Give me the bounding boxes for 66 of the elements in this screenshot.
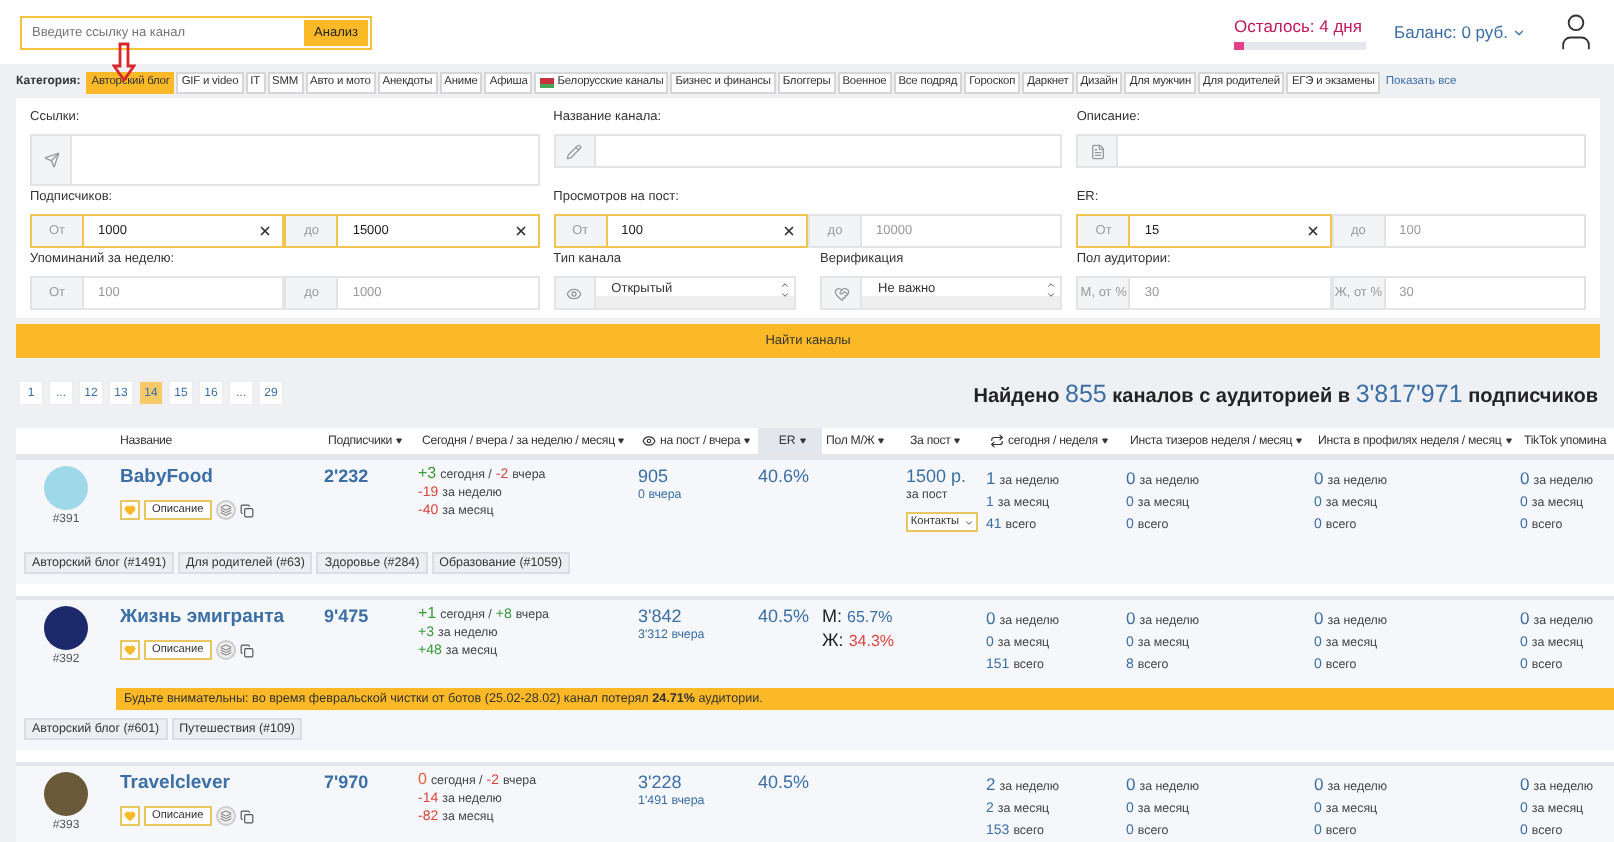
stat-count: 0 xyxy=(1126,610,1136,627)
layers-icon[interactable] xyxy=(215,806,236,826)
avatar xyxy=(44,772,88,816)
clear-icon[interactable] xyxy=(782,224,796,238)
sort-caret-icon xyxy=(1101,438,1108,444)
layers-icon[interactable] xyxy=(215,640,236,660)
sort-caret-icon xyxy=(878,438,885,444)
male-share: М: 65.7% xyxy=(822,606,895,626)
stat-count: 0 xyxy=(1126,776,1136,793)
copy-icon[interactable] xyxy=(239,809,254,823)
select-arrows-icon xyxy=(1046,280,1057,300)
clear-icon[interactable] xyxy=(513,224,528,238)
clear-icon[interactable] xyxy=(258,224,273,238)
sort-caret-icon xyxy=(799,438,806,444)
er-value: 40.6% xyxy=(758,466,812,490)
channel-name-link[interactable]: Жизнь эмигранта xyxy=(120,606,324,628)
input-field[interactable] xyxy=(593,134,1063,168)
stat-count: 1 xyxy=(986,470,996,487)
flag-icon xyxy=(539,77,554,87)
repost-icon xyxy=(990,434,1004,448)
avatar xyxy=(44,466,88,510)
subscribers-count: 9'475 xyxy=(324,606,371,630)
stat-count: 0 xyxy=(1314,776,1324,793)
eye-icon xyxy=(553,276,594,310)
sort-caret-icon xyxy=(396,438,403,444)
stat-count: 0 xyxy=(1314,470,1324,487)
subscribers-count: 2'232 xyxy=(324,466,371,490)
sort-caret-icon xyxy=(1296,438,1303,444)
stat-count: 0 xyxy=(1520,776,1530,793)
sort-caret-icon xyxy=(744,438,751,444)
input-field[interactable] xyxy=(1116,134,1586,168)
channel-name-link[interactable]: BabyFood xyxy=(120,466,324,488)
eye-icon xyxy=(642,434,656,448)
sort-caret-icon xyxy=(1505,438,1512,444)
stat-count: 0 xyxy=(1314,610,1324,627)
er-value: 40.5% xyxy=(758,772,812,796)
stat-count: 0 xyxy=(986,610,996,627)
sort-caret-icon xyxy=(618,438,625,444)
copy-icon[interactable] xyxy=(239,643,254,657)
channel-name-link[interactable]: Travelclever xyxy=(120,772,324,794)
results-summary: Найдено 855 каналов с аудиторией в 3'817'971 подписчиков xyxy=(973,379,1598,407)
price-value: 1500 р. xyxy=(906,466,969,486)
pencil-icon xyxy=(553,134,594,168)
female-share: Ж: 34.3% xyxy=(822,630,897,650)
views-count: 3'842 xyxy=(638,606,684,626)
subscribers-count: 7'970 xyxy=(324,772,371,796)
er-value: 40.5% xyxy=(758,606,812,630)
stat-count: 0 xyxy=(1126,470,1136,487)
copy-icon[interactable] xyxy=(239,503,254,517)
stat-count: 0 xyxy=(1520,470,1530,487)
views-count: 3'228 xyxy=(638,772,684,792)
stat-count: 0 xyxy=(1520,610,1530,627)
chevron-down-icon xyxy=(963,517,974,528)
views-count: 905 xyxy=(638,466,671,486)
heart-handshake-icon xyxy=(820,276,860,310)
balance-label[interactable]: Баланс: 0 руб. xyxy=(1394,22,1526,42)
layers-icon[interactable] xyxy=(215,500,236,520)
stat-count: 2 xyxy=(986,776,996,793)
days-left-label[interactable]: Осталось: 4 дня xyxy=(1234,15,1367,35)
document-icon xyxy=(1076,134,1117,168)
select-arrows-icon xyxy=(780,280,790,300)
send-icon xyxy=(30,134,70,186)
avatar xyxy=(44,606,88,650)
clear-icon[interactable] xyxy=(1305,224,1320,238)
sort-caret-icon xyxy=(954,438,961,444)
chevron-down-icon xyxy=(1512,25,1526,39)
